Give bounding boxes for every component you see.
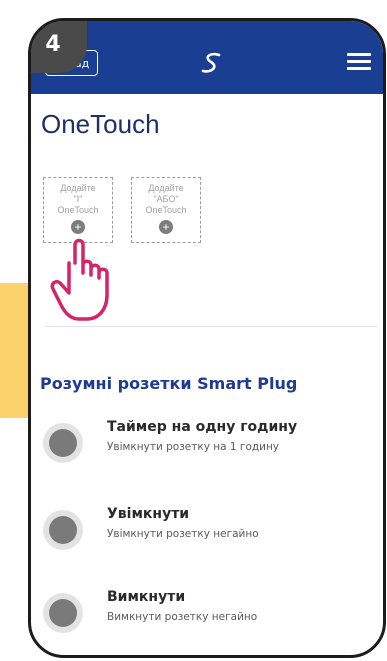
- plus-icon: +: [71, 220, 85, 234]
- toggle-circle-icon[interactable]: [43, 423, 83, 463]
- tile-label-line1: Додайте: [60, 183, 96, 193]
- toggle-circle-icon[interactable]: [43, 593, 83, 633]
- plus-icon: +: [159, 220, 173, 234]
- tile-label-line3: OneTouch: [145, 205, 187, 215]
- tile-label-line1: Додайте: [148, 183, 184, 193]
- smart-plug-item-timer[interactable]: Таймер на одну годину Увімкнути розетку …: [43, 419, 363, 479]
- add-or-onetouch-tile[interactable]: Додайте "АБО" OneTouch +: [131, 177, 201, 243]
- phone-frame: 4 Назад OneTouch Додайте "I" OneTouch + …: [28, 18, 386, 658]
- section-divider: [45, 326, 377, 327]
- page-title: OneTouch: [41, 109, 160, 139]
- item-name: Таймер на одну годину: [107, 419, 298, 435]
- item-description: Увімкнути розетку на 1 годину: [107, 441, 280, 453]
- item-description: Увімкнути розетку негайно: [107, 528, 259, 540]
- section-title: Розумні розетки Smart Plug: [40, 374, 298, 393]
- smart-plug-item-off[interactable]: Вимкнути Вимкнути розетку негайно: [43, 589, 363, 649]
- swirl-logo-icon: [201, 52, 221, 73]
- item-name: Увімкнути: [107, 506, 190, 522]
- tile-label-line3: OneTouch: [57, 205, 99, 215]
- item-name: Вимкнути: [107, 589, 186, 605]
- pointing-hand-icon: [50, 238, 109, 321]
- smart-plug-item-on[interactable]: Увімкнути Увімкнути розетку негайно: [43, 506, 363, 566]
- hamburger-menu-icon[interactable]: [347, 53, 371, 71]
- tile-label-line2: "I": [73, 194, 83, 204]
- toggle-circle-icon[interactable]: [43, 510, 83, 550]
- item-description: Вимкнути розетку негайно: [107, 611, 258, 623]
- tile-label-line2: "АБО": [153, 194, 179, 204]
